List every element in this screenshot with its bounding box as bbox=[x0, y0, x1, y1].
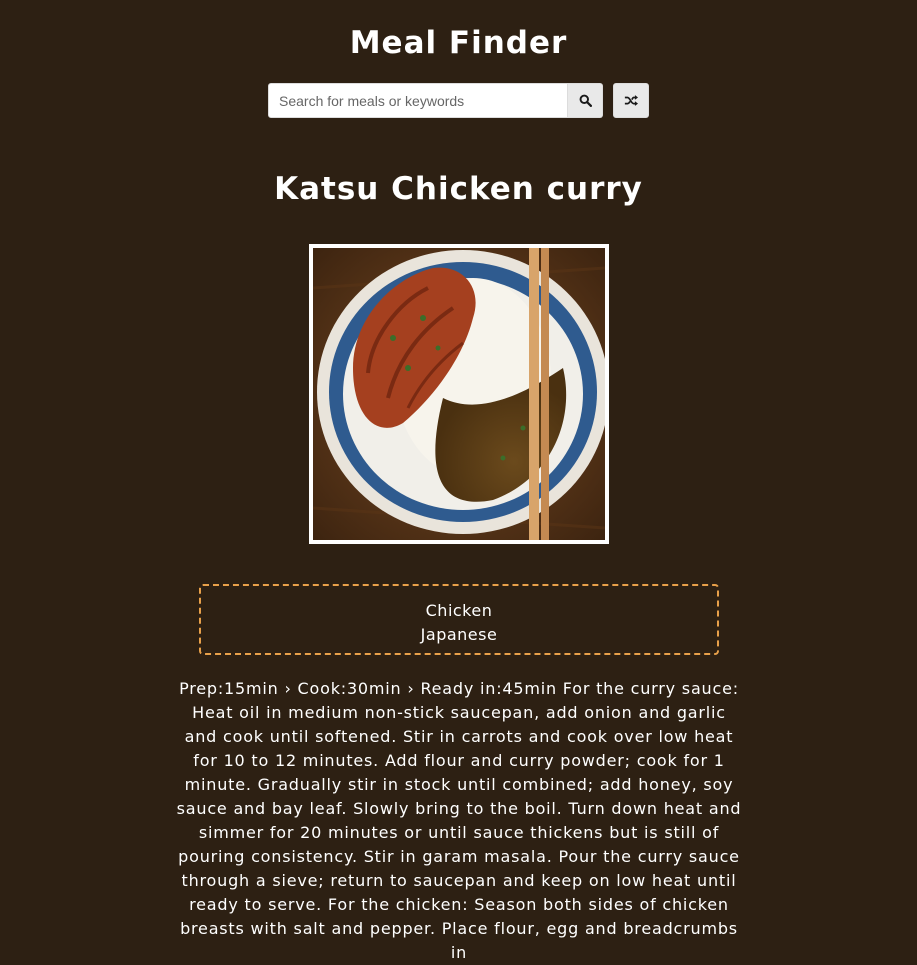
meal-image bbox=[309, 244, 609, 544]
meal-title: Katsu Chicken curry bbox=[274, 171, 643, 207]
app-title: Meal Finder bbox=[349, 25, 568, 61]
meal-category: Chicken bbox=[425, 601, 493, 620]
shuffle-icon bbox=[624, 95, 638, 106]
meal-area: Japanese bbox=[420, 625, 498, 644]
meal-photo-illustration bbox=[313, 248, 605, 540]
search-input[interactable] bbox=[268, 83, 568, 118]
search-form bbox=[268, 83, 649, 118]
search-button[interactable] bbox=[568, 83, 603, 118]
search-icon bbox=[579, 94, 592, 107]
random-meal-button[interactable] bbox=[613, 83, 649, 118]
meal-info: Chicken Japanese bbox=[199, 584, 719, 655]
meal-instructions: Prep:15min › Cook:30min › Ready in:45min… bbox=[176, 679, 742, 962]
